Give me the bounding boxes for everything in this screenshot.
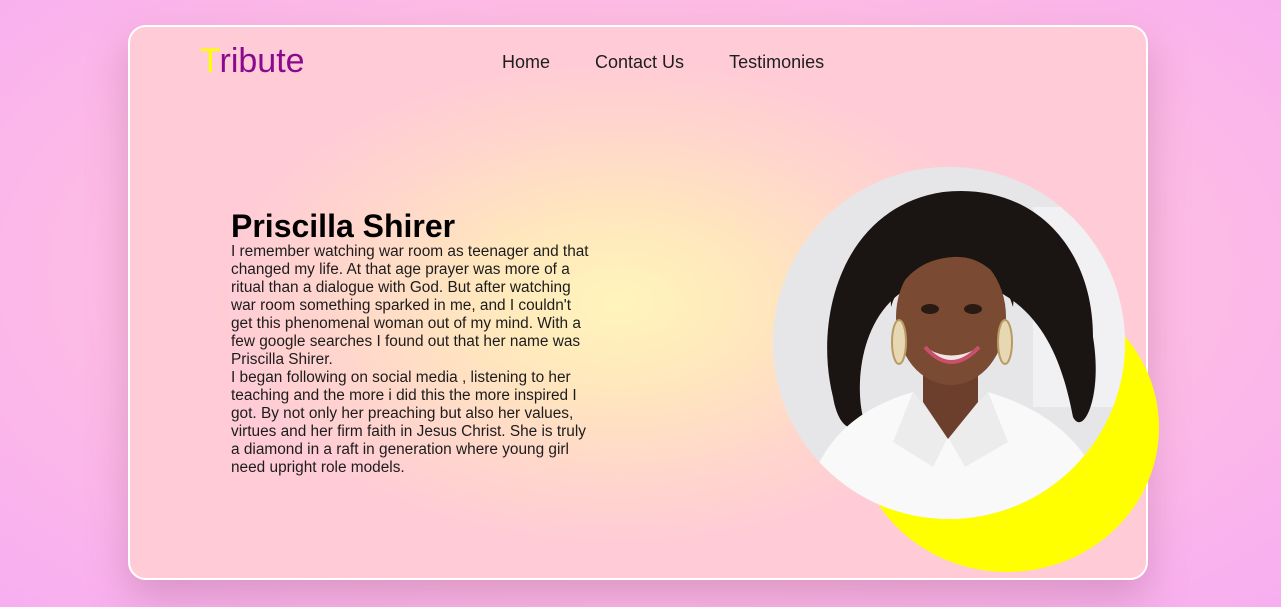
main-nav: Home Contact Us Testimonies [502,51,824,73]
portrait-photo [773,167,1125,519]
tribute-content: Priscilla Shirer I remember watching war… [231,209,596,477]
nav-contact-link[interactable]: Contact Us [595,51,684,73]
hero-card: Tribute Home Contact Us Testimonies Pris… [128,25,1159,580]
tribute-paragraph-2: I began following on social media , list… [231,369,586,476]
logo-initial: T [200,42,220,80]
nav-home-link[interactable]: Home [502,51,550,73]
page-title: Priscilla Shirer [231,208,456,244]
nav-testimonies-link[interactable]: Testimonies [729,51,824,73]
logo-text: ribute [219,42,305,80]
tribute-paragraph-1: I remember watching war room as teenager… [231,243,589,368]
logo[interactable]: Tribute [200,41,305,81]
